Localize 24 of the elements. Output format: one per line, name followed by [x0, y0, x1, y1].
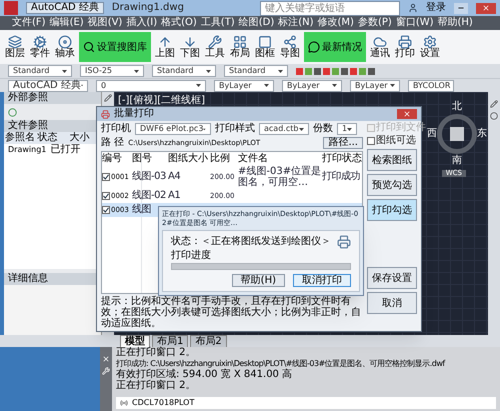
panel-title: 外部参照	[4, 92, 101, 104]
option-label: 打印到文件	[376, 123, 426, 133]
tip-text: 提示：比例和文件名可手动手改，且存在打印到文件时有效；在图纸大小列表键可选择图纸大小；比例为非正时，自动适应图纸。	[101, 296, 362, 331]
printer-label: 打印机	[101, 124, 131, 134]
progress-label: 打印进度	[171, 251, 212, 261]
window-title: Drawing1.dwg	[112, 3, 184, 13]
xref-status: 已打开	[50, 144, 80, 156]
command-history-line: 正在打印窗口 2。	[116, 380, 197, 391]
table-cell: 线图-03	[132, 171, 166, 183]
table-cell: 线图-02	[132, 190, 166, 202]
table-cell: A4	[168, 171, 180, 183]
table-cell: 打印成功	[322, 171, 360, 183]
command-history-line: 有效打印区域: 594.00 宽 X 841.00 高	[116, 369, 294, 380]
style-label: 打印样式	[215, 124, 255, 134]
status-text: 状态：＜正在将图纸发送到绘图仪＞	[171, 237, 331, 247]
path-label: 路 径	[101, 138, 124, 148]
copies-label: 份数	[313, 124, 333, 134]
option-label: 图纸可选	[376, 136, 416, 146]
table-cell: 线图	[132, 204, 151, 216]
table-cell: A1	[168, 190, 180, 202]
command-history-line: 打印成功: C:\Users\hzzhangruixin\Desktop\PLOT\#线图-03#位置是图名、可用空格控制显示.dwf	[116, 358, 446, 368]
table-cell: #线图-03#位置是图名，可用空…	[238, 166, 322, 188]
dialog-title: 批量打印	[114, 109, 154, 119]
command-history-line: 正在打印窗口 2。	[116, 347, 197, 358]
